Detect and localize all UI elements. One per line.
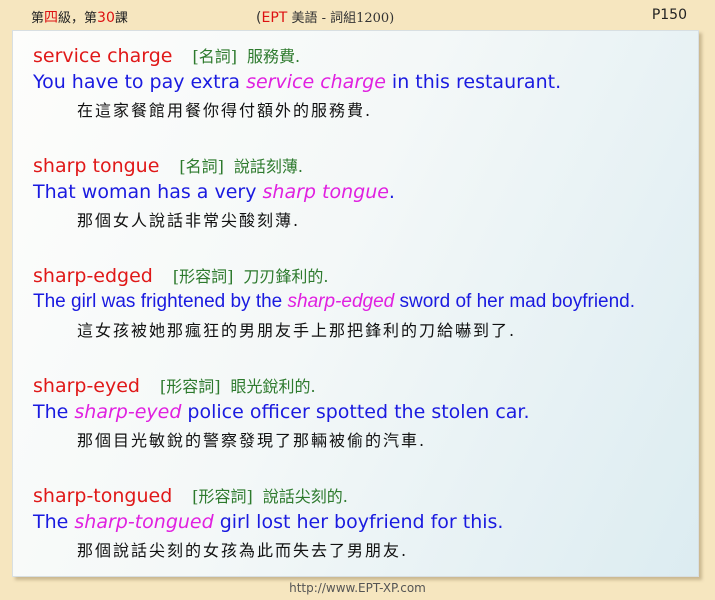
- lesson-suffix: 課: [114, 11, 128, 26]
- title-rest: 美語 - 詞組1200): [287, 11, 395, 26]
- term-meaning: 服務費.: [246, 47, 301, 66]
- term-line: sharp tongue [名詞] 說話刻薄.: [33, 154, 395, 179]
- sentence-keyword: sharp-edged: [287, 291, 395, 312]
- chinese-translation: 這女孩被她那瘋狂的男朋友手上那把鋒利的刀給嚇到了.: [77, 321, 517, 340]
- lesson-label: 第四級，第30課: [31, 7, 128, 27]
- vocab-entry: sharp-tongued [形容詞] 說話尖刻的. The sharp-tongu…: [33, 484, 503, 561]
- part-of-speech: [名詞]: [192, 47, 237, 66]
- page-title: (EPT 美語 - 詞組1200): [256, 7, 394, 26]
- sentence-keyword: sharp-eyed: [74, 401, 182, 423]
- example-sentence: That woman has a very sharp tongue.: [33, 179, 395, 205]
- chinese-translation: 在這家餐館用餐你得付額外的服務費.: [77, 101, 373, 120]
- lesson-level: 四: [44, 10, 59, 26]
- term: sharp-edged: [33, 265, 153, 287]
- sentence-end: police officer spotted the stolen car.: [181, 401, 530, 423]
- example-sentence: You have to pay extra service charge in …: [33, 69, 561, 95]
- sentence-keyword: service charge: [246, 71, 386, 93]
- sentence-end: sword of her mad boyfriend.: [394, 291, 636, 312]
- part-of-speech: [形容詞]: [172, 267, 234, 286]
- chinese-translation: 那個說話尖刻的女孩為此而失去了男朋友.: [77, 541, 409, 560]
- term-meaning: 說話刻薄.: [233, 157, 303, 176]
- lesson-middle: 級，第: [58, 11, 98, 26]
- sentence-end: in this restaurant.: [385, 71, 562, 93]
- term-line: sharp-tongued [形容詞] 說話尖刻的.: [33, 484, 503, 509]
- sentence-end: girl lost her boyfriend for this.: [213, 511, 504, 533]
- term: sharp-eyed: [33, 375, 140, 397]
- sentence-keyword: sharp tongue: [262, 181, 389, 203]
- vocab-entry: service charge [名詞] 服務費. You have to pay e…: [33, 44, 561, 121]
- example-sentence: The girl was frightened by the sharp-edg…: [33, 289, 635, 315]
- sentence-end: .: [388, 181, 395, 203]
- sentence-start: The: [33, 401, 75, 423]
- example-sentence: The sharp-tongued girl lost her boyfrien…: [33, 509, 503, 535]
- example-sentence: The sharp-eyed police officer spotted th…: [33, 399, 530, 425]
- part-of-speech: [名詞]: [179, 157, 224, 176]
- term-meaning: 眼光銳利的.: [230, 377, 316, 396]
- footer-url: http://www.EPT-XP.com: [289, 581, 426, 595]
- term-line: sharp-eyed [形容詞] 眼光銳利的.: [33, 374, 530, 399]
- term-meaning: 說話尖刻的.: [262, 487, 348, 506]
- sentence-start: The girl was frightened by the: [33, 291, 288, 312]
- chinese-translation: 那個目光敏銳的警察發現了那輛被偷的汽車.: [77, 431, 427, 450]
- sentence-start: You have to pay extra: [33, 71, 247, 93]
- page-number: P150: [651, 7, 687, 23]
- sentence-keyword: sharp-tongued: [74, 511, 214, 533]
- part-of-speech: [形容詞]: [160, 377, 221, 396]
- vocabulary-panel: service charge [名詞] 服務費. You have to pay e…: [12, 30, 699, 577]
- term-line: service charge [名詞] 服務費.: [33, 44, 561, 69]
- term-meaning: 刀刃鋒利的.: [243, 267, 329, 286]
- chinese-translation: 那個女人說話非常尖酸刻薄.: [77, 211, 301, 230]
- vocab-entry: sharp-eyed [形容詞] 眼光銳利的. The sharp-eyed pol…: [33, 374, 530, 451]
- lesson-prefix: 第: [31, 11, 45, 26]
- term-line: sharp-edged [形容詞] 刀刃鋒利的.: [33, 264, 635, 289]
- term: service charge: [33, 45, 173, 67]
- vocab-entry: sharp-edged [形容詞] 刀刃鋒利的. The girl was frig…: [33, 264, 635, 341]
- term: sharp-tongued: [33, 485, 173, 507]
- header: 第四級，第30課 (EPT 美語 - 詞組1200) P150: [0, 0, 715, 30]
- part-of-speech: [形容詞]: [192, 487, 253, 506]
- lesson-number: 30: [97, 10, 115, 26]
- term: sharp tongue: [33, 155, 160, 177]
- vocab-entry: sharp tongue [名詞] 說話刻薄. That woman has a v…: [33, 154, 395, 231]
- title-brand: EPT: [261, 10, 288, 26]
- sentence-start: The: [33, 511, 75, 533]
- sentence-start: That woman has a very: [33, 181, 263, 203]
